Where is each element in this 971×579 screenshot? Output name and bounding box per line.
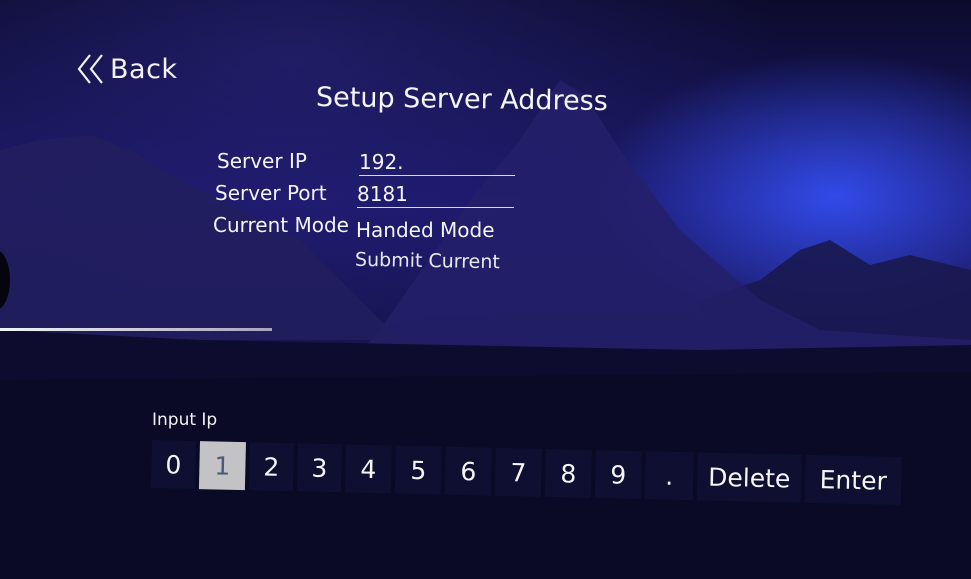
server-ip-field[interactable]: 192.	[359, 150, 515, 176]
server-port-field[interactable]: 8181	[357, 182, 514, 208]
current-mode-label: Current Mode	[213, 213, 349, 237]
key-1[interactable]: 1	[198, 441, 246, 491]
double-chevron-left-icon	[77, 54, 103, 84]
page-title: Setup Server Address	[315, 81, 609, 118]
key-9[interactable]: 9	[594, 450, 642, 500]
back-button[interactable]: Back	[76, 52, 178, 86]
key-4[interactable]: 4	[344, 444, 392, 494]
server-port-label: Server Port	[215, 181, 327, 205]
submit-current-button[interactable]: Submit Current	[355, 249, 500, 274]
key-dot[interactable]: .	[644, 451, 694, 501]
key-3[interactable]: 3	[296, 443, 342, 493]
key-enter[interactable]: Enter	[804, 454, 902, 506]
key-7[interactable]: 7	[494, 447, 542, 497]
back-label: Back	[110, 53, 178, 85]
current-mode-value: Handed Mode	[356, 218, 495, 242]
key-0[interactable]: 0	[150, 440, 196, 489]
key-8[interactable]: 8	[544, 448, 592, 498]
key-2[interactable]: 2	[248, 442, 294, 492]
server-ip-label: Server IP	[217, 149, 307, 173]
key-delete[interactable]: Delete	[696, 452, 802, 503]
key-6[interactable]: 6	[444, 446, 492, 496]
key-5[interactable]: 5	[394, 445, 442, 495]
scroll-indicator-bar	[0, 328, 272, 331]
input-ip-label: Input Ip	[152, 410, 218, 430]
